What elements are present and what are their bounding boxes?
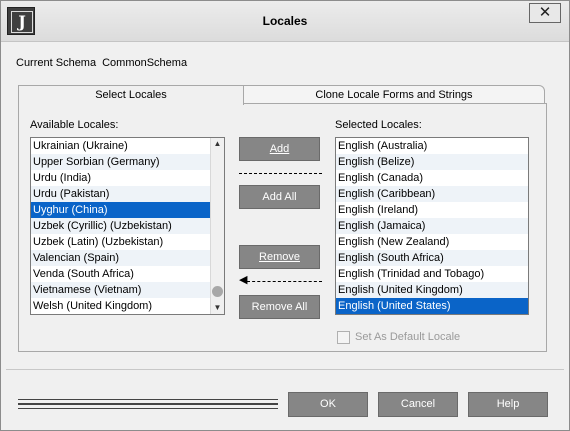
close-icon: ✕ bbox=[538, 4, 552, 21]
close-button[interactable]: ✕ bbox=[529, 3, 561, 23]
list-item[interactable]: English (Canada) bbox=[336, 170, 528, 186]
list-item[interactable]: Vietnamese (Vietnam) bbox=[31, 282, 224, 298]
remove-all-button[interactable]: Remove All bbox=[239, 295, 320, 319]
remove-button-label: Remove bbox=[259, 251, 300, 263]
list-item[interactable]: Uyghur (China) bbox=[31, 202, 224, 218]
tab-select-locales[interactable]: Select Locales bbox=[18, 85, 244, 105]
ok-button[interactable]: OK bbox=[288, 392, 368, 417]
list-item[interactable]: English (Caribbean) bbox=[336, 186, 528, 202]
help-button[interactable]: Help bbox=[468, 392, 548, 417]
selected-locales-items: English (Australia) English (Belize) Engli… bbox=[336, 138, 528, 314]
list-item[interactable]: English (Belize) bbox=[336, 154, 528, 170]
add-divider bbox=[239, 173, 322, 174]
available-locales-scrollbar[interactable]: ▲ ▼ bbox=[210, 138, 224, 314]
list-item[interactable]: Welsh (United Kingdom) bbox=[31, 298, 224, 314]
scroll-up-icon[interactable]: ▲ bbox=[213, 139, 222, 149]
remove-all-button-label: Remove All bbox=[251, 301, 308, 313]
add-all-button[interactable]: Add All bbox=[239, 185, 320, 209]
list-item[interactable]: English (Jamaica) bbox=[336, 218, 528, 234]
title-bar[interactable]: J Locales ✕ bbox=[1, 1, 569, 42]
list-item[interactable]: Urdu (India) bbox=[31, 170, 224, 186]
available-locales-label: Available Locales: bbox=[30, 119, 119, 131]
scroll-down-icon[interactable]: ▼ bbox=[213, 303, 222, 313]
default-locale-checkbox[interactable] bbox=[337, 331, 350, 344]
footer-grip-line bbox=[18, 403, 278, 405]
ok-button-label: OK bbox=[320, 398, 336, 410]
list-item[interactable]: English (Trinidad and Tobago) bbox=[336, 266, 528, 282]
list-item[interactable]: English (United States) bbox=[336, 298, 528, 314]
help-button-label: Help bbox=[496, 398, 520, 410]
add-all-button-label: Add All bbox=[262, 191, 297, 203]
locales-dialog: J Locales ✕ Current Schema CommonSchema S… bbox=[0, 0, 570, 431]
window-title: Locales bbox=[262, 14, 308, 28]
list-item[interactable]: English (United Kingdom) bbox=[336, 282, 528, 298]
available-locales-items: Ukrainian (Ukraine) Upper Sorbian (German… bbox=[31, 138, 224, 314]
remove-button[interactable]: Remove bbox=[239, 245, 320, 269]
list-item[interactable]: Valencian (Spain) bbox=[31, 250, 224, 266]
remove-divider bbox=[247, 281, 322, 282]
list-item[interactable]: Ukrainian (Ukraine) bbox=[31, 138, 224, 154]
scroll-thumb[interactable] bbox=[212, 286, 223, 297]
add-button[interactable]: Add bbox=[239, 137, 320, 161]
list-item[interactable]: Uzbek (Cyrillic) (Uzbekistan) bbox=[31, 218, 224, 234]
list-item[interactable]: Urdu (Pakistan) bbox=[31, 186, 224, 202]
tab-clone-locale-forms[interactable]: Clone Locale Forms and Strings bbox=[243, 85, 545, 104]
current-schema: Current Schema CommonSchema bbox=[16, 57, 187, 69]
footer-grip-line bbox=[18, 408, 278, 409]
list-item[interactable]: Upper Sorbian (Germany) bbox=[31, 154, 224, 170]
default-locale-label: Set As Default Locale bbox=[355, 331, 461, 343]
selected-locales-list[interactable]: English (Australia) English (Belize) Engli… bbox=[335, 137, 529, 315]
schema-value: CommonSchema bbox=[102, 57, 188, 69]
list-item[interactable]: Venda (South Africa) bbox=[31, 266, 224, 282]
list-item[interactable]: English (Ireland) bbox=[336, 202, 528, 218]
list-item[interactable]: English (New Zealand) bbox=[336, 234, 528, 250]
list-item[interactable]: English (Australia) bbox=[336, 138, 528, 154]
list-item[interactable]: Uzbek (Latin) (Uzbekistan) bbox=[31, 234, 224, 250]
available-locales-list[interactable]: Ukrainian (Ukraine) Upper Sorbian (German… bbox=[30, 137, 225, 315]
add-button-label: Add bbox=[269, 143, 290, 155]
schema-label: Current Schema bbox=[16, 57, 97, 69]
cancel-button-label: Cancel bbox=[400, 398, 436, 410]
list-item[interactable]: English (South Africa) bbox=[336, 250, 528, 266]
footer-separator bbox=[6, 369, 564, 370]
selected-locales-label: Selected Locales: bbox=[335, 119, 422, 131]
footer-grip-line bbox=[18, 399, 278, 400]
cancel-button[interactable]: Cancel bbox=[378, 392, 458, 417]
